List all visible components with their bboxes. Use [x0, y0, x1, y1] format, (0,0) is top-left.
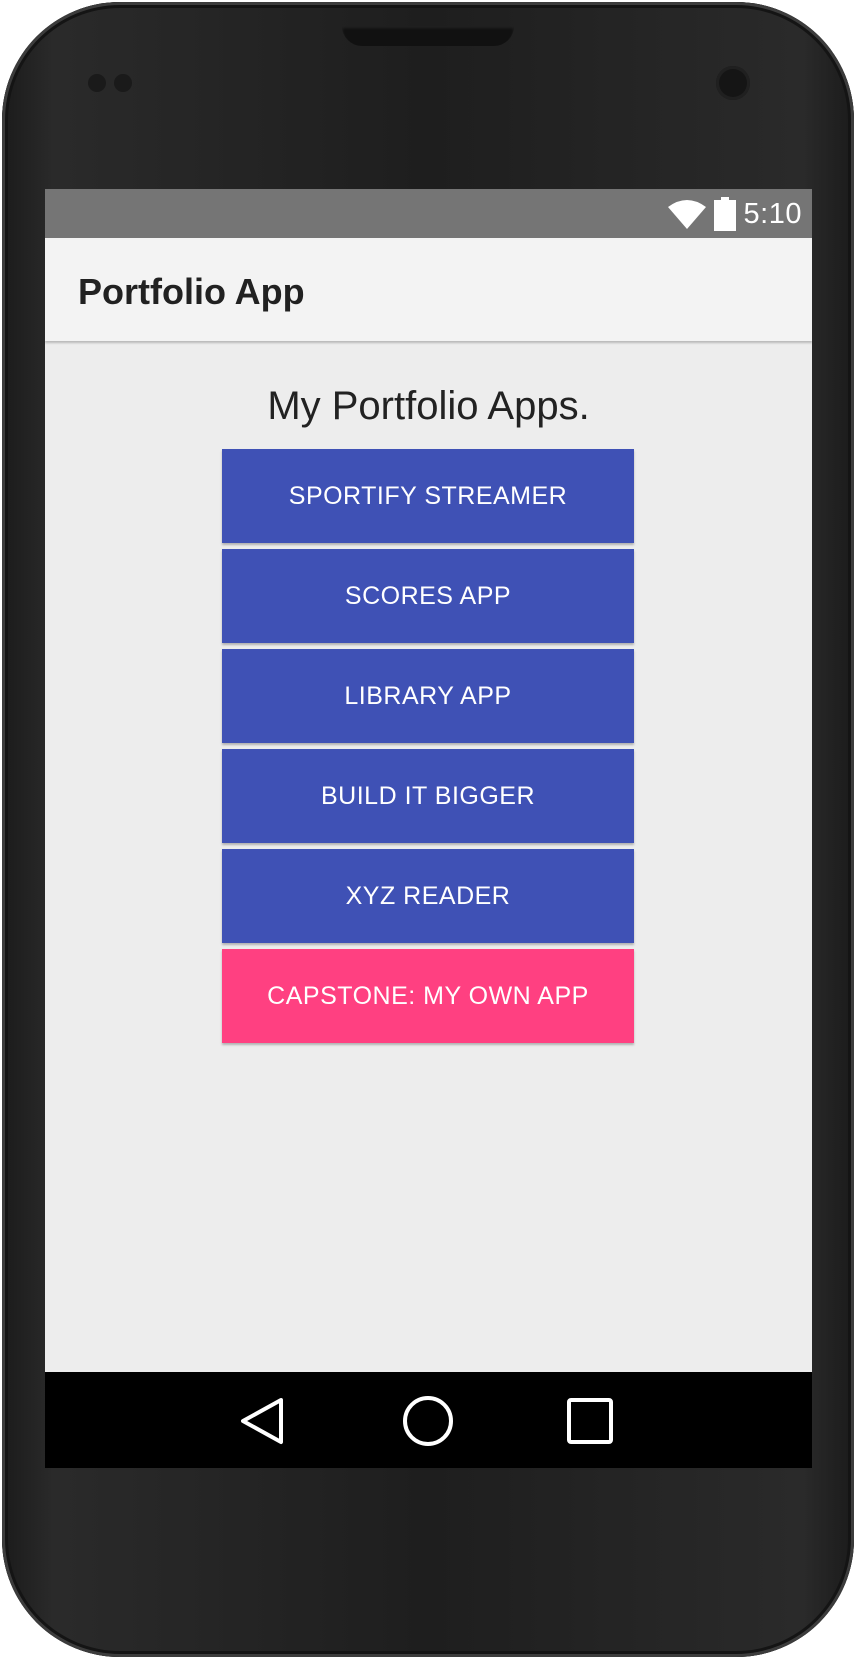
home-icon[interactable] [401, 1394, 455, 1448]
proximity-sensors [88, 74, 140, 92]
build-it-bigger-button[interactable]: BUILD IT BIGGER [222, 749, 634, 843]
app-bar: Portfolio App [45, 238, 812, 341]
capstone-button[interactable]: CAPSTONE: MY OWN APP [222, 949, 634, 1043]
scores-app-button[interactable]: SCORES APP [222, 549, 634, 643]
front-camera [716, 66, 750, 100]
back-icon[interactable] [235, 1394, 289, 1448]
navigation-bar [45, 1372, 812, 1468]
app-title: Portfolio App [78, 271, 305, 312]
wifi-icon [667, 200, 706, 229]
battery-icon [713, 197, 736, 231]
status-bar: 5:10 [45, 189, 812, 238]
sportify-streamer-button[interactable]: SPORTIFY STREAMER [222, 449, 634, 543]
earpiece-speaker [342, 26, 514, 46]
xyz-reader-button[interactable]: XYZ READER [222, 849, 634, 943]
library-app-button[interactable]: LIBRARY APP [222, 649, 634, 743]
page-heading: My Portfolio Apps. [267, 384, 590, 428]
phone-device-frame: 5:10 Portfolio App My Portfolio Apps. SP… [2, 2, 854, 1657]
status-clock: 5:10 [743, 197, 802, 230]
device-screen: 5:10 Portfolio App My Portfolio Apps. SP… [45, 189, 812, 1468]
recents-icon[interactable] [563, 1394, 617, 1448]
status-icons: 5:10 [667, 197, 802, 231]
